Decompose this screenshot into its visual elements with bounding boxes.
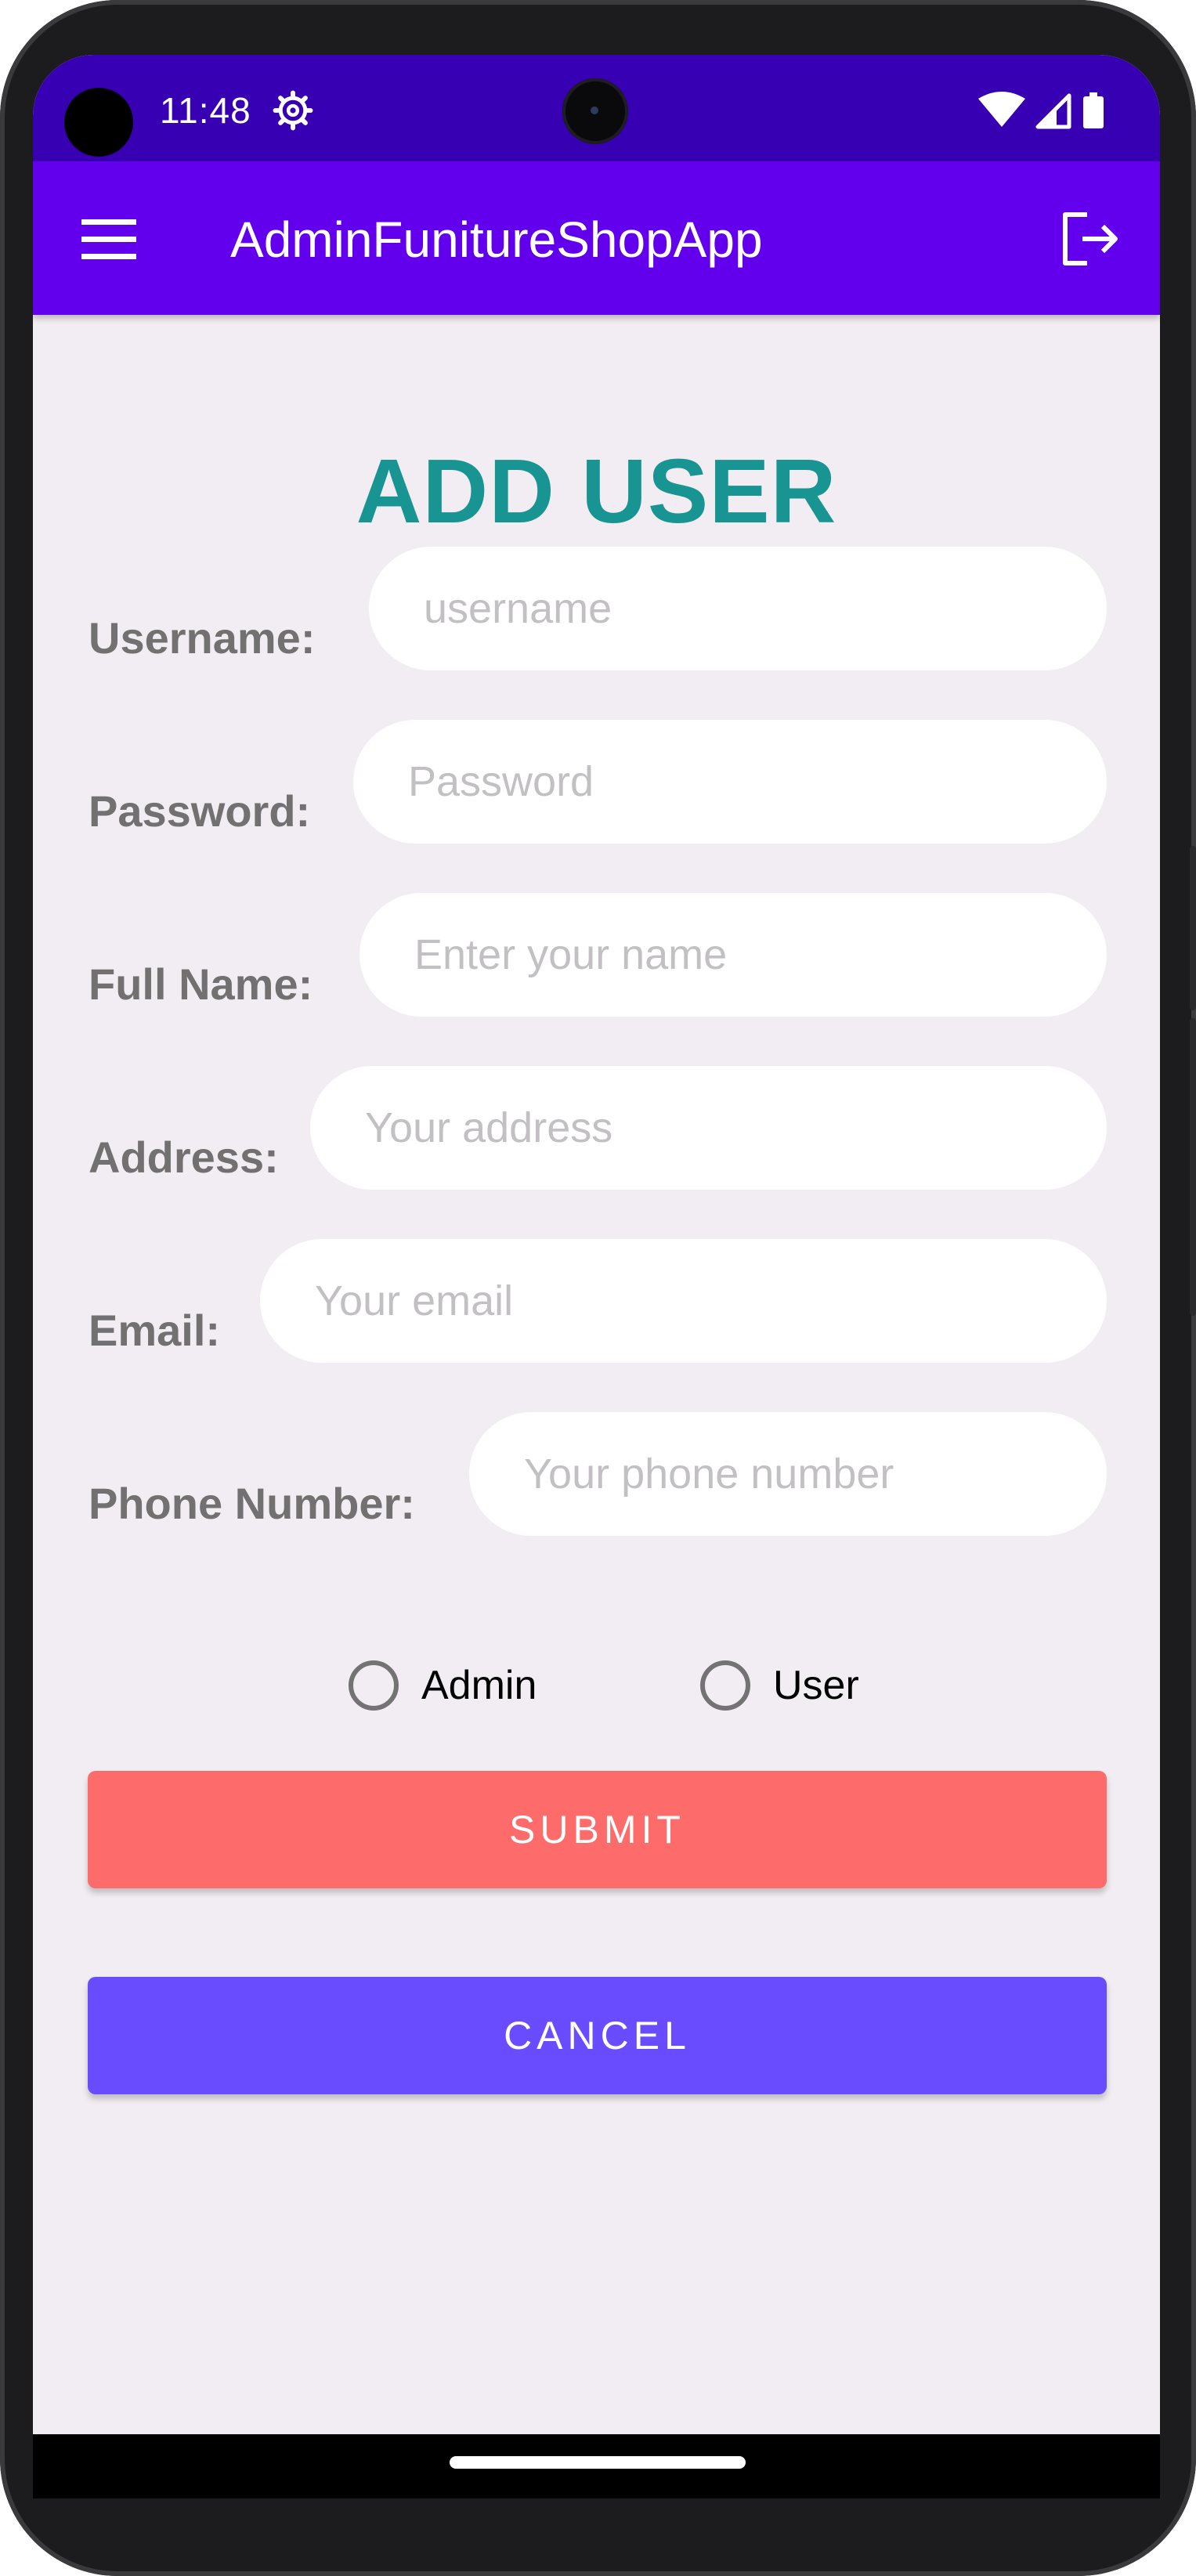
full-name-input[interactable] (360, 893, 1107, 1017)
power-button (1190, 846, 1196, 1010)
address-label: Address: (89, 1133, 279, 1182)
address-input[interactable] (310, 1066, 1107, 1190)
username-input[interactable] (369, 547, 1107, 670)
full-name-label: Full Name: (89, 959, 313, 1009)
wifi-icon (978, 92, 1025, 127)
cancel-button[interactable]: CANCEL (88, 1977, 1107, 2094)
battery-icon (1083, 92, 1104, 128)
status-time: 11:48 (160, 90, 251, 131)
front-camera (562, 78, 628, 144)
email-input[interactable] (260, 1239, 1107, 1363)
settings-gear-icon (273, 90, 313, 131)
screen: 11:48 AdminFunitureShopApp ADD USER User… (33, 55, 1160, 2498)
page-title: ADD USER (356, 440, 837, 542)
password-input[interactable] (353, 720, 1107, 844)
app-title: AdminFunitureShopApp (230, 211, 763, 268)
logout-icon[interactable] (1061, 211, 1120, 266)
navigation-bar (33, 2434, 1160, 2498)
status-dot (64, 88, 133, 157)
status-bar: 11:48 (33, 55, 1160, 161)
phone-number-input[interactable] (469, 1412, 1107, 1536)
phone-frame: 11:48 AdminFunitureShopApp ADD USER User… (0, 0, 1196, 2576)
email-label: Email: (89, 1306, 221, 1355)
phone-number-label: Phone Number: (89, 1479, 415, 1528)
status-icons (978, 92, 1104, 129)
cell-signal-icon (1035, 93, 1071, 129)
user-radio-label[interactable]: User (773, 1662, 859, 1709)
home-gesture-handle[interactable] (450, 2456, 746, 2469)
user-radio[interactable] (700, 1660, 750, 1711)
admin-radio-label[interactable]: Admin (421, 1662, 537, 1709)
username-label: Username: (89, 613, 316, 663)
submit-button[interactable]: SUBMIT (88, 1771, 1107, 1888)
app-bar: AdminFunitureShopApp (33, 161, 1160, 315)
admin-radio[interactable] (349, 1660, 399, 1711)
hamburger-menu-icon[interactable] (81, 218, 136, 262)
password-label: Password: (89, 786, 311, 836)
volume-button (1190, 1018, 1196, 1316)
